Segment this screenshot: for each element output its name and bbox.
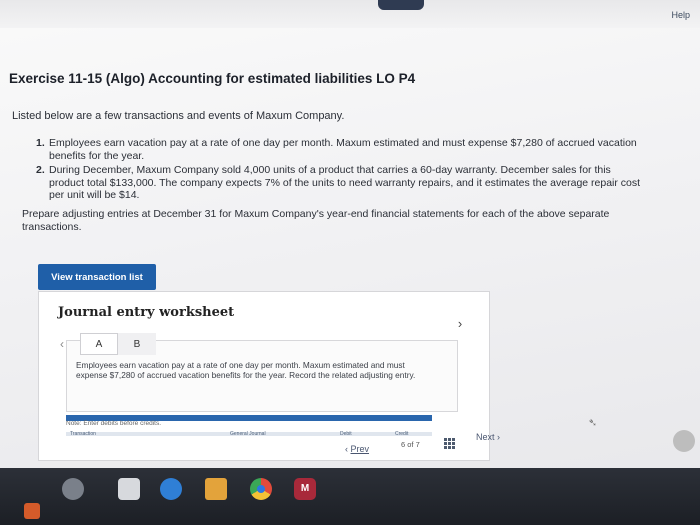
grid-icon[interactable] — [444, 438, 455, 449]
intro-text: Listed below are a few transactions and … — [12, 110, 345, 122]
list-item: 1. Employees earn vacation pay at a rate… — [36, 137, 646, 162]
item-text: Employees earn vacation pay at a rate of… — [49, 137, 637, 162]
chevron-right-icon[interactable]: › — [453, 316, 467, 331]
top-tab[interactable] — [378, 0, 424, 10]
app-circle-icon[interactable] — [160, 478, 182, 500]
column-header-credit: Credit — [395, 431, 409, 437]
system-tray-icon[interactable] — [673, 430, 695, 452]
tab-b[interactable]: B — [118, 333, 156, 355]
chevron-left-icon[interactable]: ‹ — [60, 333, 80, 355]
chrome-icon[interactable] — [250, 478, 272, 500]
transaction-list: 1. Employees earn vacation pay at a rate… — [36, 137, 646, 202]
column-header-debit: Debit — [340, 431, 352, 437]
mcafee-icon[interactable]: M — [294, 478, 316, 500]
worksheet-instruction-text: Employees earn vacation pay at a rate of… — [76, 360, 416, 381]
list-item: 2. During December, Maxum Company sold 4… — [36, 164, 646, 202]
worksheet-tabs: ‹ A B — [60, 333, 156, 355]
view-transaction-list-button[interactable]: View transaction list — [38, 264, 156, 290]
mouse-cursor-icon: ➴ — [588, 417, 598, 429]
next-label: Next — [476, 432, 495, 442]
column-header-general-journal: General Journal — [230, 431, 266, 437]
top-strip — [0, 0, 700, 28]
item-number: 1. — [36, 137, 45, 149]
worksheet-title: Journal entry worksheet — [58, 305, 235, 320]
search-icon[interactable] — [118, 478, 140, 500]
start-icon[interactable] — [24, 503, 40, 519]
prev-button[interactable]: ‹ Prev — [345, 444, 369, 454]
note-text: Note: Enter debits before credits. — [66, 420, 162, 427]
item-text: During December, Maxum Company sold 4,00… — [49, 164, 641, 201]
taskbar — [0, 468, 700, 525]
exercise-title: Exercise 11-15 (Algo) Accounting for est… — [9, 71, 416, 86]
prev-label: Prev — [350, 444, 370, 454]
column-header-transaction: Transaction — [70, 431, 96, 437]
browser-icon[interactable] — [62, 478, 84, 500]
page-indicator: 6 of 7 — [401, 440, 420, 449]
tab-a[interactable]: A — [80, 333, 118, 355]
help-link[interactable]: Help — [671, 10, 690, 20]
instructions-text: Prepare adjusting entries at December 31… — [22, 208, 610, 233]
screen: Help Exercise 11-15 (Algo) Accounting fo… — [0, 0, 700, 525]
next-button[interactable]: Next › — [476, 432, 500, 442]
store-icon[interactable] — [205, 478, 227, 500]
item-number: 2. — [36, 164, 45, 176]
